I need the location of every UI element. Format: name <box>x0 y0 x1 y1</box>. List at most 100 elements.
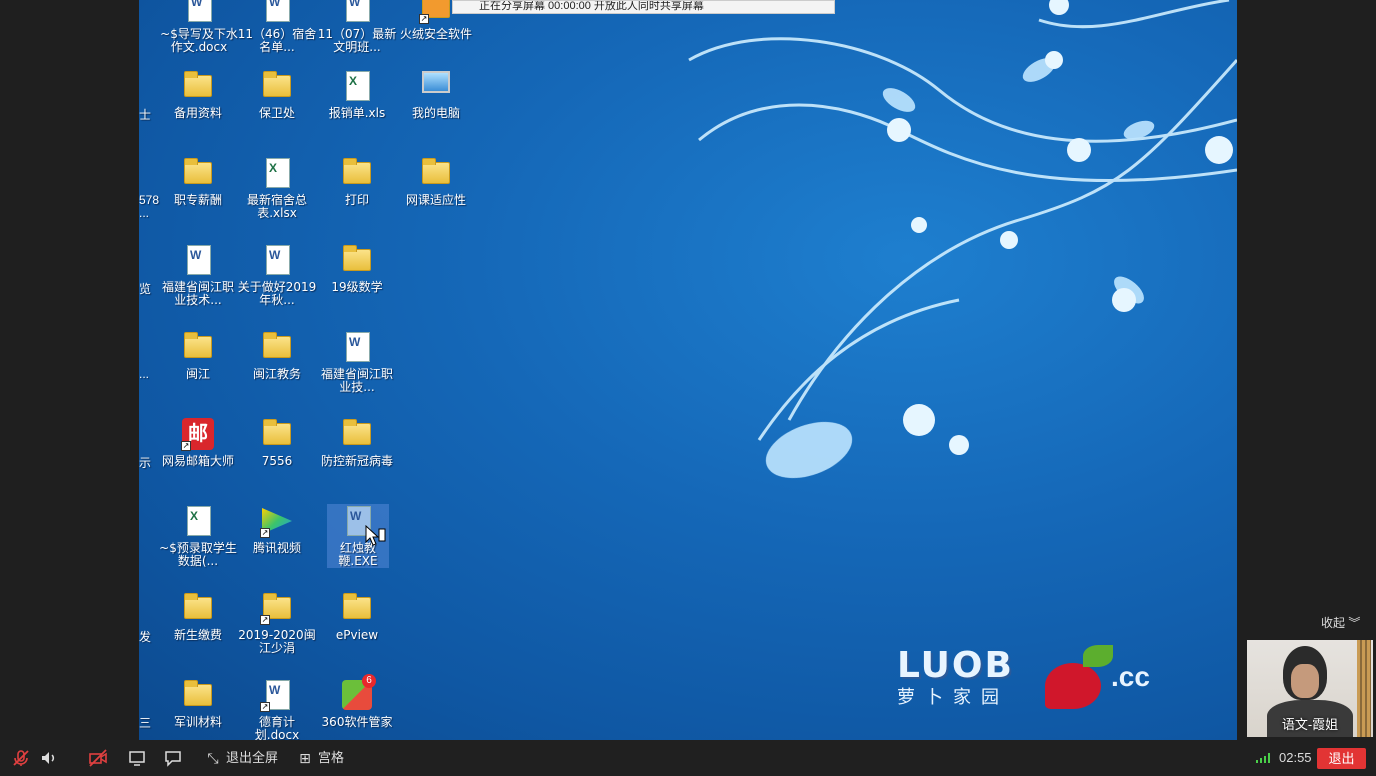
speaker-button[interactable] <box>40 749 58 767</box>
desktop-icon[interactable]: 防控新冠病毒 <box>317 417 397 468</box>
desktop-icon[interactable]: 我的电脑 <box>396 69 476 120</box>
icon-label: 11（07）最新文明班... <box>317 27 397 54</box>
shared-desktop-screen[interactable]: 正在分享屏幕 00:00:00 开放此人同时共享屏幕 ~$导写及下水作文.doc… <box>139 0 1237 740</box>
camera-off-button[interactable] <box>88 749 108 767</box>
desktop-icon[interactable]: ↗ 火绒安全软件 <box>396 0 476 41</box>
icon-label: 2019-2020闽江少涓 <box>238 628 316 655</box>
desktop-icon[interactable]: ↗ 腾讯视频 <box>237 504 317 555</box>
network-signal-icon <box>1256 753 1272 763</box>
participant-video-tile[interactable]: 语文-霞姐 <box>1247 640 1373 737</box>
icon-label: 备用资料 <box>173 106 222 120</box>
logo-text: LUOB <box>897 645 1014 686</box>
wallpaper-brand-logo: LUOB .cc 萝卜家园 <box>897 645 1150 709</box>
icon-label: 福建省闽江职业技术... <box>161 280 234 307</box>
desktop-icon[interactable]: 打印 <box>317 156 397 207</box>
exit-fullscreen-button[interactable]: ⤡ 退出全屏 <box>204 749 278 767</box>
partial-edge-label: 示 <box>139 456 152 470</box>
desktop-icon[interactable]: 关于做好2019年秋... <box>237 243 317 307</box>
desktop-icon[interactable]: 7556 <box>237 417 317 468</box>
desktop-icon[interactable]: 19级数学 <box>317 243 397 294</box>
desktop-icon[interactable]: 11（07）最新文明班... <box>317 0 397 54</box>
folder-icon <box>419 156 453 190</box>
desktop-icon[interactable]: 网课适应性 <box>396 156 476 207</box>
document-icon <box>182 0 216 24</box>
icon-label: 新生缴费 <box>173 628 222 642</box>
mouse-cursor-icon <box>365 525 386 546</box>
icon-label: 11（46）宿舍名单... <box>237 27 317 54</box>
desktop-icon[interactable]: 邮 ↗ 网易邮箱大师 <box>158 417 238 468</box>
software-manager-icon: 6 <box>340 674 376 712</box>
icon-label: 闽江教务 <box>252 367 301 381</box>
desktop-icon[interactable]: ~$预录取学生数据(... <box>158 504 238 568</box>
folder-icon: ↗ <box>260 591 294 625</box>
exit-meeting-button[interactable]: 退出 <box>1317 748 1366 769</box>
spreadsheet-icon <box>181 504 215 538</box>
partial-edge-label: 三 <box>139 716 152 730</box>
stage: 正在分享屏幕 00:00:00 开放此人同时共享屏幕 ~$导写及下水作文.doc… <box>0 0 1376 776</box>
logo-domain: .cc <box>1111 661 1150 692</box>
document-icon <box>340 0 374 24</box>
desktop-icon[interactable]: 职专薪酬 <box>158 156 238 207</box>
desktop-icon[interactable]: ~$导写及下水作文.docx <box>159 0 239 54</box>
icon-label: 闽江 <box>185 367 210 381</box>
folder-icon <box>181 156 215 190</box>
icon-label: 德育计划.docx <box>254 715 300 741</box>
folder-icon <box>260 330 294 364</box>
icon-label: 保卫处 <box>258 106 295 120</box>
exit-fullscreen-label: 退出全屏 <box>226 750 279 765</box>
document-icon <box>181 243 215 277</box>
chat-icon <box>165 751 181 767</box>
folder-icon <box>260 69 294 103</box>
icon-label: 火绒安全软件 <box>399 27 472 41</box>
partial-edge-label: 士 <box>139 108 152 122</box>
desktop-icon[interactable]: 军训材料 <box>158 678 238 729</box>
folder-icon <box>340 156 374 190</box>
desktop-icon[interactable]: 闽江教务 <box>237 330 317 381</box>
icon-label: 网课适应性 <box>405 193 466 207</box>
desktop-icon[interactable]: 备用资料 <box>158 69 238 120</box>
folder-icon <box>181 678 215 712</box>
folder-icon <box>340 243 374 277</box>
icon-label: 福建省闽江职业技... <box>320 367 393 394</box>
screen-share-notice: 正在分享屏幕 00:00:00 开放此人同时共享屏幕 <box>452 0 835 14</box>
radish-icon <box>1045 663 1101 709</box>
desktop-icon[interactable]: ↗ 2019-2020闽江少涓 <box>237 591 317 655</box>
partial-edge-label: ... <box>139 206 150 220</box>
desktop-icon[interactable]: 最新宿舍总表.xlsx <box>237 156 317 220</box>
icon-label: 军训材料 <box>173 715 222 729</box>
double-chevron-down-icon: ︾ <box>1348 616 1361 630</box>
icon-label: 关于做好2019年秋... <box>237 280 317 307</box>
icon-label: 防控新冠病毒 <box>320 454 393 468</box>
desktop-icon[interactable]: ePview <box>317 591 397 642</box>
spreadsheet-icon <box>340 69 374 103</box>
mic-muted-button[interactable] <box>12 749 30 767</box>
desktop-icon[interactable]: 福建省闽江职业技术... <box>158 243 238 307</box>
collapse-video-button[interactable]: 收起 ︾ <box>1321 612 1373 634</box>
document-icon <box>260 243 294 277</box>
desktop-icon[interactable]: 11（46）宿舍名单... <box>237 0 317 54</box>
icon-label: 最新宿舍总表.xlsx <box>246 193 307 220</box>
folder-icon <box>181 330 215 364</box>
partial-edge-label: 578 <box>139 193 160 207</box>
screen-share-button[interactable] <box>128 749 146 767</box>
folder-icon <box>181 591 215 625</box>
grid-view-button[interactable]: ⊞ 宫格 <box>296 749 344 767</box>
desktop-icon[interactable]: 福建省闽江职业技... <box>317 330 397 394</box>
partial-edge-label: 发 <box>139 630 152 644</box>
desktop-icon[interactable]: 报销单.xls <box>317 69 397 120</box>
icon-label: 职专薪酬 <box>173 193 222 207</box>
desktop-icon[interactable]: 闽江 <box>158 330 238 381</box>
desktop-icon[interactable]: 6 360软件管家 <box>317 674 397 729</box>
desktop-icon[interactable]: 新生缴费 <box>158 591 238 642</box>
exit-fullscreen-icon: ⤡ <box>207 750 219 766</box>
icon-label: 打印 <box>344 193 369 207</box>
camera-off-icon <box>89 749 107 767</box>
icon-label: ~$预录取学生数据(... <box>159 541 237 568</box>
partial-edge-label: ... <box>139 367 150 381</box>
meeting-toolbar: ⤡ 退出全屏 ⊞ 宫格 02:55 退出 <box>0 740 1376 776</box>
desktop-icon[interactable]: ↗ 德育计划.docx <box>237 678 317 740</box>
chat-button[interactable] <box>164 749 182 767</box>
video-app-icon: ↗ <box>260 504 294 538</box>
desktop-icon[interactable]: 保卫处 <box>237 69 317 120</box>
document-icon <box>260 0 294 24</box>
